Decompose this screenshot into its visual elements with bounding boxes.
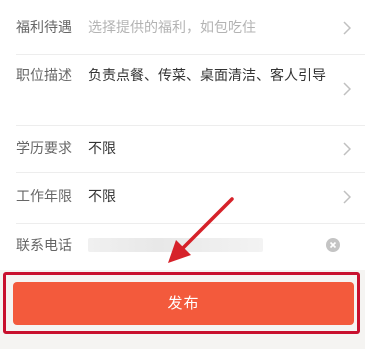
annotation-arrow-icon [168,197,234,263]
